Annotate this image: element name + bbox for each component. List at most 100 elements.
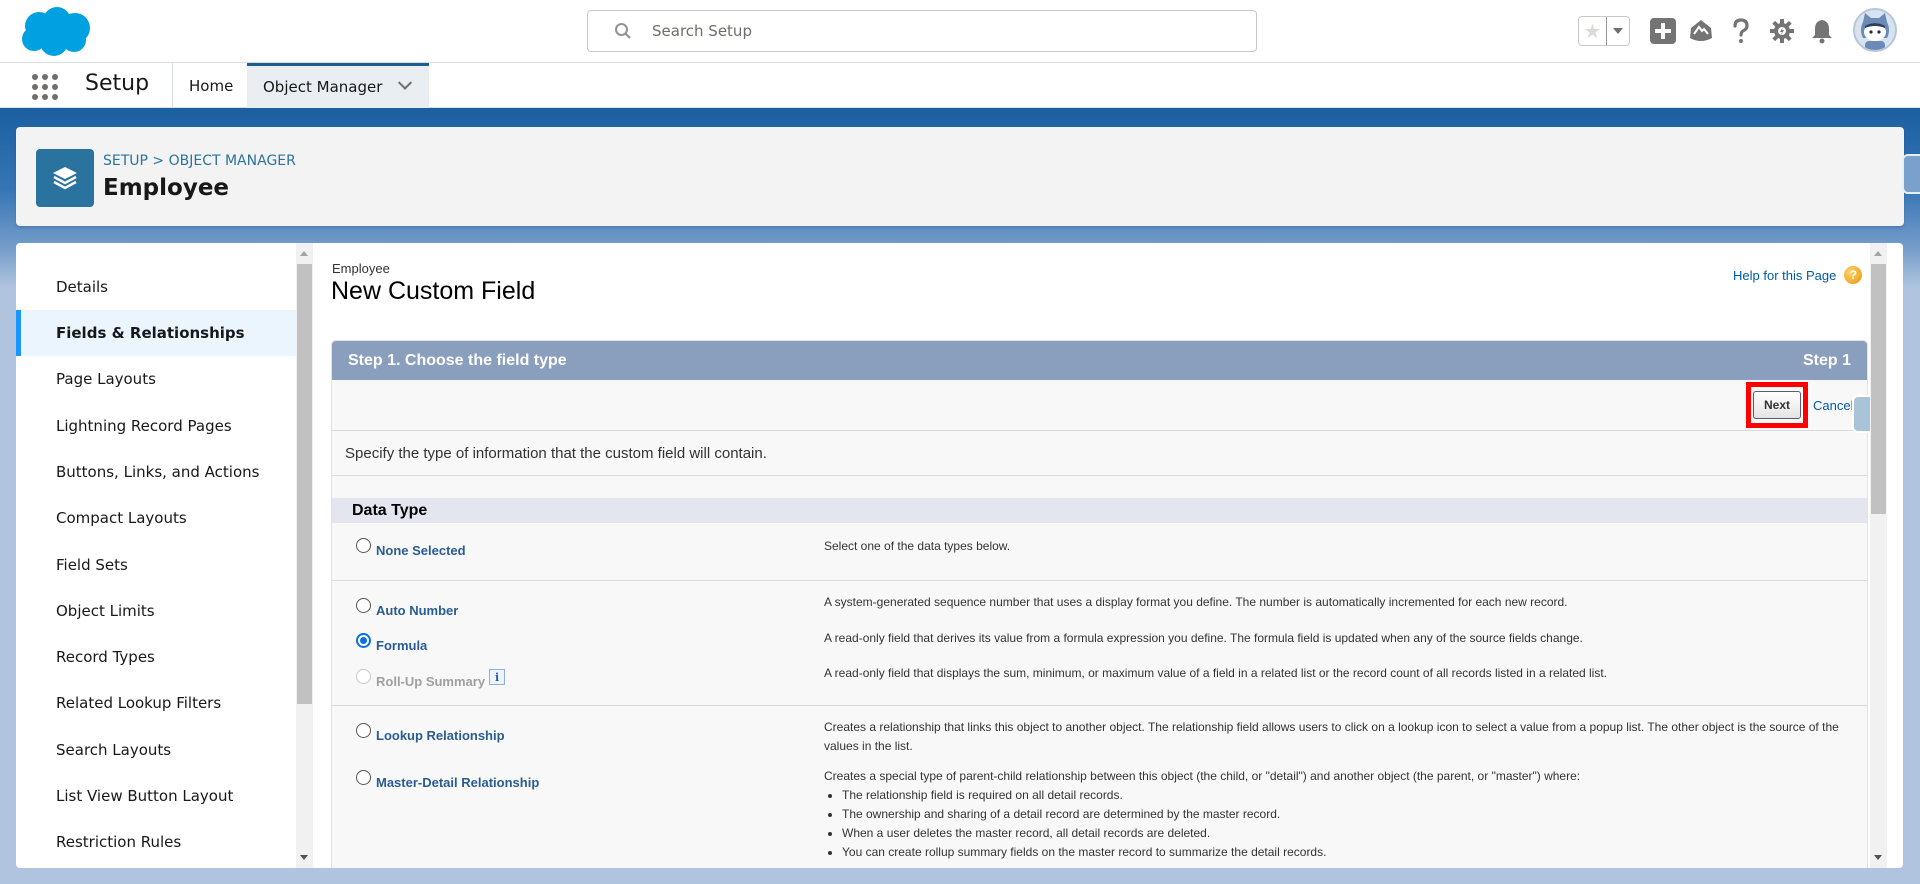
sidebar-item-label: Fields & Relationships bbox=[56, 324, 245, 342]
info-icon[interactable]: i bbox=[489, 669, 506, 685]
radio-lookup-relationship[interactable] bbox=[356, 723, 371, 738]
sidebar-item-details[interactable]: Details bbox=[16, 264, 296, 310]
main-content: Employee New Custom Field Help for this … bbox=[313, 243, 1903, 868]
sidebar-item-label: Details bbox=[56, 278, 109, 296]
scroll-down-icon[interactable] bbox=[300, 855, 308, 860]
sidebar-item-label: Object Limits bbox=[56, 602, 155, 620]
app-name: Setup bbox=[85, 71, 150, 96]
help-icon[interactable] bbox=[1728, 18, 1754, 44]
option-label: Formula bbox=[376, 638, 428, 653]
sidebar-item-compact-layouts[interactable]: Compact Layouts bbox=[16, 495, 296, 541]
object-manager-sidebar: Details Fields & Relationships Page Layo… bbox=[16, 243, 296, 868]
sidebar-item-restriction-rules[interactable]: Restriction Rules bbox=[16, 819, 296, 865]
option-description: A read-only field that displays the sum,… bbox=[824, 666, 1608, 680]
radio-master-detail-relationship[interactable] bbox=[356, 770, 371, 785]
button-row: Next Cancel bbox=[332, 380, 1870, 433]
search-setup[interactable] bbox=[587, 10, 1257, 52]
option-group-none: None Selected Select one of the data typ… bbox=[332, 523, 1867, 581]
sidebar-item-label: Record Types bbox=[56, 648, 155, 666]
page-subtitle: Employee bbox=[332, 261, 390, 276]
radio-formula[interactable] bbox=[356, 633, 371, 648]
option-description-master-detail: Creates a special type of parent-child r… bbox=[824, 767, 1844, 862]
sidebar-item-list-view-button-layout[interactable]: List View Button Layout bbox=[16, 773, 296, 819]
sidebar-item-object-limits[interactable]: Object Limits bbox=[16, 588, 296, 634]
app-launcher-icon[interactable] bbox=[30, 72, 58, 100]
cancel-link[interactable]: Cancel bbox=[1813, 398, 1853, 413]
main-scrollbar[interactable] bbox=[1870, 243, 1887, 868]
tab-object-manager-label: Object Manager bbox=[263, 78, 383, 96]
option-label: Master-Detail Relationship bbox=[376, 775, 540, 790]
chevron-down-icon[interactable] bbox=[398, 75, 413, 90]
favorites-group: ★ bbox=[1578, 16, 1630, 46]
bullet-item: When a user deletes the master record, a… bbox=[842, 824, 1844, 843]
trailhead-icon[interactable] bbox=[1688, 18, 1714, 44]
step-indicator: Step 1 bbox=[1802, 351, 1851, 369]
tab-home[interactable]: Home bbox=[173, 63, 249, 108]
sidebar-item-label: Compact Layouts bbox=[56, 509, 187, 527]
radio-roll-up-summary bbox=[356, 668, 371, 684]
sidebar-item-label: Lightning Record Pages bbox=[56, 417, 232, 435]
option-lookup-relationship[interactable]: Lookup Relationship bbox=[356, 723, 505, 743]
object-header: SETUP > OBJECT MANAGER Employee bbox=[16, 127, 1904, 226]
option-group-calculated: Auto Number A system-generated sequence … bbox=[332, 581, 1867, 706]
master-detail-bullets: The relationship field is required on al… bbox=[824, 786, 1844, 862]
sidebar-item-page-layouts[interactable]: Page Layouts bbox=[16, 356, 296, 402]
option-label: None Selected bbox=[376, 543, 466, 558]
scroll-up-icon[interactable] bbox=[1874, 251, 1882, 256]
tab-object-manager[interactable]: Object Manager bbox=[247, 63, 429, 108]
main-scroll-thumb[interactable] bbox=[1871, 264, 1886, 514]
salesforce-logo[interactable] bbox=[19, 6, 93, 58]
sidebar-item-related-lookup-filters[interactable]: Related Lookup Filters bbox=[16, 680, 296, 726]
tab-home-label: Home bbox=[189, 76, 234, 95]
sidebar-item-label: Field Sets bbox=[56, 556, 128, 574]
user-avatar[interactable] bbox=[1853, 8, 1897, 52]
breadcrumb[interactable]: SETUP > OBJECT MANAGER bbox=[103, 153, 296, 169]
sidebar-item-search-layouts[interactable]: Search Layouts bbox=[16, 727, 296, 773]
sidebar-item-buttons-links-actions[interactable]: Buttons, Links, and Actions bbox=[16, 449, 296, 495]
search-input[interactable] bbox=[652, 22, 1256, 40]
option-none-selected[interactable]: None Selected bbox=[356, 538, 466, 558]
sidebar-item-field-sets[interactable]: Field Sets bbox=[16, 542, 296, 588]
sidebar-item-fields-relationships[interactable]: Fields & Relationships bbox=[16, 310, 296, 356]
bullet-item: The relationship field is required on al… bbox=[842, 786, 1844, 805]
help-for-page-link[interactable]: Help for this Page ? bbox=[1733, 266, 1863, 284]
sidebar-item-label: Restriction Rules bbox=[56, 833, 182, 851]
favorites-dropdown-icon[interactable] bbox=[1607, 17, 1629, 45]
option-label: Lookup Relationship bbox=[376, 728, 505, 743]
next-button[interactable]: Next bbox=[1753, 391, 1801, 419]
help-link-label: Help for this Page bbox=[1733, 267, 1837, 283]
option-group-relationships: Lookup Relationship Creates a relationsh… bbox=[332, 706, 1867, 868]
sidebar-scroll-thumb[interactable] bbox=[297, 264, 312, 704]
sidebar-scrollbar[interactable] bbox=[296, 243, 313, 868]
option-label: Auto Number bbox=[376, 603, 459, 618]
sidebar-item-label: Search Layouts bbox=[56, 741, 172, 759]
radio-none-selected[interactable] bbox=[356, 538, 371, 553]
sidebar-item-record-types[interactable]: Record Types bbox=[16, 634, 296, 680]
scroll-down-icon[interactable] bbox=[1874, 855, 1882, 860]
option-auto-number[interactable]: Auto Number bbox=[356, 598, 459, 618]
option-master-detail-relationship[interactable]: Master-Detail Relationship bbox=[356, 770, 540, 790]
sidebar-item-lightning-record-pages[interactable]: Lightning Record Pages bbox=[16, 403, 296, 449]
step-title: Step 1. Choose the field type bbox=[348, 351, 567, 369]
sidebar-item-label: Page Layouts bbox=[56, 370, 156, 388]
intro-text: Specify the type of information that the… bbox=[332, 431, 1867, 476]
help-question-icon: ? bbox=[1844, 266, 1863, 284]
notifications-bell-icon[interactable] bbox=[1809, 18, 1835, 44]
scroll-up-icon[interactable] bbox=[300, 251, 308, 256]
option-description: Creates a relationship that links this o… bbox=[824, 720, 1839, 753]
option-description: A system-generated sequence number that … bbox=[824, 595, 1568, 609]
sidebar-item-label: Buttons, Links, and Actions bbox=[56, 463, 260, 481]
global-add-icon[interactable] bbox=[1650, 18, 1676, 44]
favorites-star-icon[interactable]: ★ bbox=[1579, 17, 1607, 45]
option-label: Roll-Up Summary bbox=[376, 673, 486, 689]
option-roll-up-summary: Roll-Up Summary i bbox=[356, 668, 506, 689]
side-panel-toggle[interactable] bbox=[1902, 154, 1920, 194]
object-layers-icon bbox=[36, 149, 94, 207]
radio-auto-number[interactable] bbox=[356, 598, 371, 613]
option-formula[interactable]: Formula bbox=[356, 633, 428, 653]
step-header: Step 1. Choose the field type Step 1 bbox=[332, 341, 1867, 380]
setup-gear-icon[interactable] bbox=[1769, 18, 1795, 44]
option-description: Select one of the data types below. bbox=[824, 539, 1011, 553]
bullet-item: You can create rollup summary fields on … bbox=[842, 843, 1844, 862]
side-panel-toggle-inner[interactable] bbox=[1852, 395, 1870, 433]
